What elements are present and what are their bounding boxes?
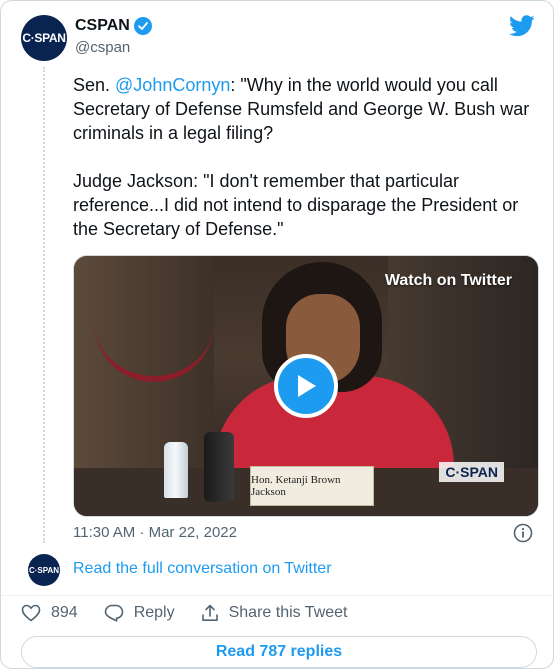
author-display-name[interactable]: CSPAN bbox=[75, 17, 130, 35]
play-icon bbox=[298, 375, 316, 397]
read-replies-button[interactable]: Read 787 replies bbox=[21, 636, 537, 668]
like-button[interactable]: 894 bbox=[21, 604, 78, 622]
water-bottle bbox=[164, 442, 188, 498]
share-icon bbox=[201, 604, 218, 621]
watch-on-twitter-label[interactable]: Watch on Twitter bbox=[385, 272, 512, 290]
reply-label: Reply bbox=[133, 604, 175, 621]
heart-icon bbox=[21, 604, 41, 622]
tweet-prefix: Sen. bbox=[73, 75, 116, 95]
network-bug: C·SPAN bbox=[439, 462, 504, 482]
tweet-paragraph-1: Sen. @JohnCornyn: "Why in the world woul… bbox=[73, 73, 533, 145]
divider bbox=[1, 595, 553, 596]
read-full-conversation-link[interactable]: Read the full conversation on Twitter bbox=[73, 560, 332, 578]
share-button[interactable]: Share this Tweet bbox=[201, 604, 348, 622]
tweet-card: C·SPAN CSPAN @cspan Sen. @JohnCornyn: "W… bbox=[0, 0, 554, 669]
avatar-text: C·SPAN bbox=[22, 31, 66, 45]
author-name-row[interactable]: CSPAN bbox=[75, 17, 152, 35]
play-button[interactable] bbox=[274, 354, 338, 418]
author-handle[interactable]: @cspan bbox=[75, 39, 130, 56]
conversation-avatar-text: C·SPAN bbox=[28, 565, 60, 575]
thread-line bbox=[43, 67, 45, 543]
tweet-timestamp[interactable]: 11:30 AM · Mar 22, 2022 bbox=[73, 524, 237, 541]
like-count: 894 bbox=[51, 604, 78, 621]
tumbler bbox=[204, 432, 234, 502]
video-thumbnail[interactable]: Hon. Ketanji Brown Jackson C·SPAN Watch … bbox=[73, 255, 539, 517]
conversation-avatar[interactable]: C·SPAN bbox=[28, 554, 60, 586]
mention-link[interactable]: @JohnCornyn bbox=[115, 75, 230, 95]
reply-button[interactable]: Reply bbox=[104, 604, 175, 622]
verified-badge-icon bbox=[133, 17, 152, 35]
tweet-paragraph-2: Judge Jackson: "I don't remember that pa… bbox=[73, 171, 519, 239]
share-label: Share this Tweet bbox=[228, 604, 348, 621]
reply-icon bbox=[104, 604, 124, 622]
action-bar: 894 Reply Share this Tweet bbox=[21, 604, 348, 622]
nameplate: Hon. Ketanji Brown Jackson bbox=[250, 466, 374, 506]
twitter-bird-icon[interactable] bbox=[509, 15, 535, 37]
tweet-text: Sen. @JohnCornyn: "Why in the world woul… bbox=[73, 73, 533, 265]
info-icon[interactable] bbox=[513, 523, 533, 543]
author-avatar[interactable]: C·SPAN bbox=[21, 15, 67, 61]
